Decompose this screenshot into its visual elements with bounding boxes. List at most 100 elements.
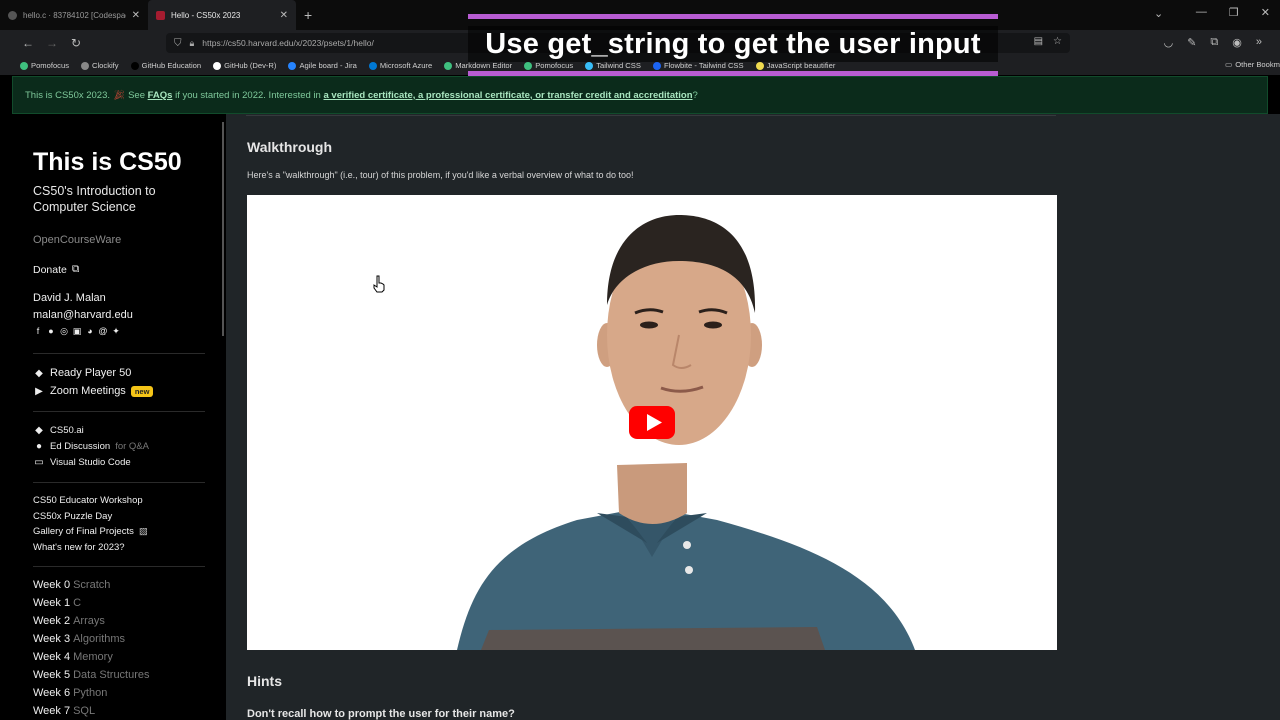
bookmark-item[interactable]: GitHub Education: [130, 61, 202, 70]
extensions-icon[interactable]: ⧉: [1210, 36, 1218, 49]
week-link[interactable]: Week 1C: [33, 597, 81, 609]
pocket-icon[interactable]: ◡: [1164, 36, 1174, 49]
brand-title[interactable]: This is CS50: [33, 148, 182, 177]
wrench-icon[interactable]: ✎: [1187, 36, 1196, 49]
reload-button[interactable]: ↻: [64, 36, 88, 50]
donate-link[interactable]: Donate ⧉: [33, 263, 79, 276]
github-icon: [8, 10, 17, 20]
ed-suffix: for Q&A: [115, 441, 149, 452]
twitter-icon[interactable]: ✦: [111, 326, 121, 337]
week-link[interactable]: Week 3 Algorithms: [33, 633, 125, 645]
bookmark-star-icon[interactable]: ☆: [1053, 36, 1062, 47]
reddit-icon[interactable]: ◕: [85, 326, 95, 337]
ready-player-link[interactable]: ◆ Ready Player 50: [33, 367, 131, 379]
bookmark-label: GitHub Education: [141, 61, 202, 70]
back-button[interactable]: ←: [16, 36, 40, 50]
chevron-down-icon[interactable]: ⌄: [1154, 7, 1163, 20]
linkedin-icon[interactable]: ▣: [72, 326, 82, 337]
week-topic: Memory: [73, 651, 113, 663]
divider: [246, 115, 1056, 116]
caption-bar-top: [468, 14, 998, 19]
github-icon[interactable]: ●: [46, 326, 56, 337]
week-number: Week 2: [33, 615, 71, 627]
bookmark-label: Microsoft Azure: [379, 61, 433, 70]
week-topic: Arrays: [73, 615, 105, 627]
minimize-button[interactable]: —: [1196, 6, 1207, 19]
close-icon[interactable]: ✕: [132, 10, 140, 21]
walkthrough-heading: Walkthrough: [247, 139, 333, 155]
bookmark-label: Clockify: [92, 61, 119, 70]
vscode-label: Visual Studio Code: [50, 457, 131, 468]
shield-icon[interactable]: ⛉: [174, 38, 182, 49]
week-number: Week 6: [33, 687, 71, 699]
forward-button[interactable]: →: [40, 36, 64, 50]
bookmark-label: Agile board - Jira: [299, 61, 357, 70]
duck-icon: ◆: [35, 425, 43, 436]
hints-heading: Hints: [247, 673, 282, 689]
banner-text-a: This is CS50x 2023.: [25, 89, 111, 101]
hint-question[interactable]: Don't recall how to prompt the user for …: [247, 708, 515, 720]
lock-icon[interactable]: 🔒︎: [190, 38, 195, 49]
other-bookmarks[interactable]: ▭ Other Bookm: [1225, 60, 1280, 69]
bookmark-favicon-icon: [130, 61, 139, 70]
cs50ai-link[interactable]: ◆ CS50.ai: [33, 425, 84, 436]
bookmark-item[interactable]: GitHub (Dev-R): [213, 61, 276, 70]
harvard-icon: [156, 10, 165, 20]
zoom-meetings-link[interactable]: ▶ Zoom Meetings new: [33, 385, 154, 397]
bookmark-favicon-icon: [444, 61, 453, 70]
gallery-label: Gallery of Final Projects: [33, 526, 134, 537]
reader-view-icon[interactable]: ▤: [1034, 36, 1043, 47]
week-link[interactable]: Week 0 Scratch: [33, 579, 110, 591]
whats-new-link[interactable]: What's new for 2023?: [33, 542, 125, 553]
close-icon[interactable]: ✕: [280, 10, 288, 21]
bookmark-favicon-icon: [368, 61, 377, 70]
announcement-banner: This is CS50x 2023. 🎉︎ See FAQs if you s…: [12, 76, 1268, 114]
account-icon[interactable]: ◉: [1232, 36, 1242, 49]
bookmark-label: GitHub (Dev-R): [224, 61, 277, 70]
week-link[interactable]: Week 2 Arrays: [33, 615, 105, 627]
ed-label: Ed Discussion: [50, 441, 111, 452]
bookmark-item[interactable]: Microsoft Azure: [368, 61, 433, 70]
close-window-button[interactable]: ✕: [1261, 6, 1270, 19]
week-link[interactable]: Week 6 Python: [33, 687, 107, 699]
url-text[interactable]: https://cs50.harvard.edu/x/2023/psets/1/…: [202, 38, 374, 48]
bookmark-favicon-icon: [213, 61, 222, 70]
main-content: Walkthrough Here's a "walkthrough" (i.e.…: [226, 114, 1280, 720]
overflow-chevron-icon[interactable]: »: [1256, 36, 1262, 49]
certificate-link[interactable]: a verified certificate, a professional c…: [323, 90, 692, 101]
sidebar: This is CS50 CS50's Introduction to Comp…: [12, 120, 224, 720]
week-topic: Algorithms: [73, 633, 126, 645]
external-link-icon: ⧉: [71, 263, 80, 275]
author-email[interactable]: malan@harvard.edu: [33, 309, 133, 321]
tab-cs50[interactable]: Hello - CS50x 2023 ✕: [148, 0, 296, 30]
ed-discussion-link[interactable]: ● Ed Discussion for Q&A: [33, 441, 149, 452]
week-topic: SQL: [73, 705, 96, 717]
party-popper-icon: 🎉︎: [113, 89, 126, 101]
facebook-icon[interactable]: f: [33, 326, 43, 337]
bookmark-item[interactable]: Clockify: [81, 61, 119, 70]
educator-workshop-link[interactable]: CS50 Educator Workshop: [33, 495, 143, 506]
divider: [33, 482, 205, 483]
window-controls: — ❐ ✕: [1196, 6, 1270, 19]
new-tab-button[interactable]: +: [304, 7, 312, 23]
duck-icon: ◆: [35, 367, 43, 379]
youtube-video-embed[interactable]: [247, 195, 1057, 650]
faqs-link[interactable]: FAQs: [148, 90, 173, 101]
week-link[interactable]: Week 4 Memory: [33, 651, 113, 663]
vscode-link[interactable]: ▭ Visual Studio Code: [33, 457, 131, 468]
week-link[interactable]: Week 7 SQL: [33, 705, 95, 717]
instagram-icon[interactable]: ◎: [59, 326, 69, 337]
tab-codespace[interactable]: hello.c · 83784102 [Codespaces] ✕: [0, 0, 148, 30]
bookmark-item[interactable]: Agile board - Jira: [288, 61, 357, 70]
week-number: Week 1: [33, 597, 71, 609]
video-caption-overlay: Use get_string to get the user input: [468, 14, 998, 76]
week-link[interactable]: Week 5 Data Structures: [33, 669, 150, 681]
week-number: Week 7: [33, 705, 71, 717]
sidebar-scrollbar[interactable]: [222, 122, 224, 336]
maximize-button[interactable]: ❐: [1229, 6, 1239, 19]
puzzle-day-link[interactable]: CS50x Puzzle Day: [33, 511, 112, 522]
week-number: Week 5: [33, 669, 71, 681]
threads-icon[interactable]: @: [98, 326, 108, 337]
bookmark-item[interactable]: Pomofocus: [20, 61, 69, 70]
gallery-link[interactable]: Gallery of Final Projects ▧: [33, 526, 148, 537]
